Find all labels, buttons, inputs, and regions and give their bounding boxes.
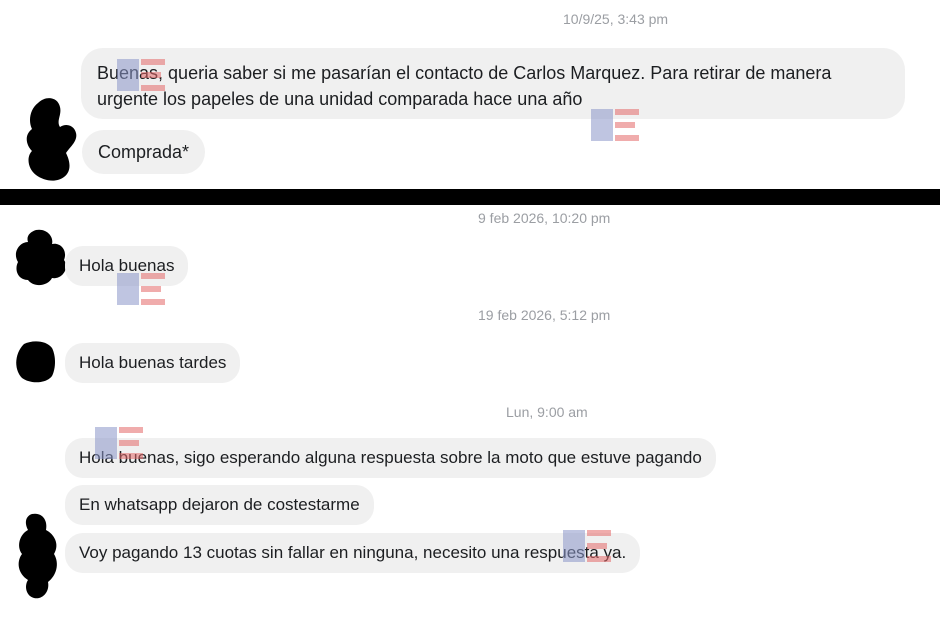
chat-screenshot: 10/9/25, 3:43 pm Buenas, queria saber si… — [0, 0, 940, 620]
redacted-avatar-icon — [18, 513, 57, 599]
message-bubble: En whatsapp dejaron de costestarme — [65, 485, 374, 525]
message-bubble: Voy pagando 13 cuotas sin fallar en ning… — [65, 533, 641, 573]
redacted-avatar-icon — [26, 98, 77, 181]
timestamp: 10/9/25, 3:43 pm — [563, 11, 669, 27]
message-bubble: Comprada* — [82, 130, 206, 174]
message-bubble: Hola buenas, sigo esperando alguna respu… — [65, 438, 716, 478]
timestamp: 19 feb 2026, 5:12 pm — [478, 307, 611, 323]
message-bubble: Hola buenas — [65, 246, 189, 286]
redacted-avatar-icon — [16, 341, 55, 383]
redacted-avatar-icon — [15, 229, 67, 286]
message-bubble: Hola buenas tardes — [65, 343, 241, 383]
message-bubble: Buenas, queria saber si me pasarían el c… — [81, 48, 905, 119]
section-divider — [0, 189, 940, 205]
timestamp: Lun, 9:00 am — [506, 404, 588, 420]
timestamp: 9 feb 2026, 10:20 pm — [478, 210, 611, 226]
